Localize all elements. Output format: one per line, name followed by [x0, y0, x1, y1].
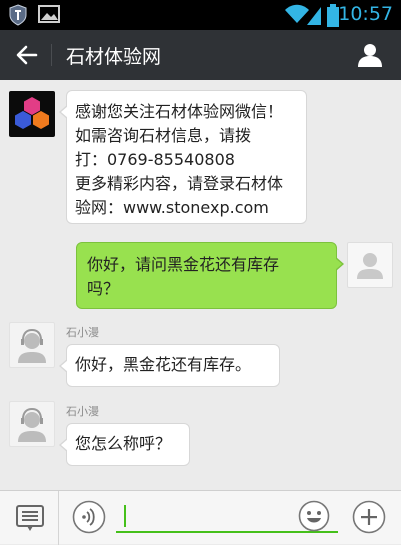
- person-icon[interactable]: [357, 42, 383, 68]
- image-icon: [38, 5, 60, 23]
- message-line-link: 验网：www.stonexp.com: [75, 198, 269, 217]
- status-bar: 10:57: [0, 0, 401, 30]
- arrow-left-icon[interactable]: [14, 42, 40, 68]
- message-line: 你好，请问黑金花还有库存: [87, 255, 280, 274]
- cube-logo-icon: [15, 97, 49, 129]
- plus-icon[interactable]: [352, 500, 386, 534]
- message-bubble-agent[interactable]: 你好，黑金花还有库存。: [59, 344, 280, 387]
- smiley-icon[interactable]: [298, 500, 330, 532]
- message-bubble-agent[interactable]: 您怎么称呼？: [59, 423, 190, 466]
- text-caret: [124, 505, 126, 527]
- header-divider: [51, 44, 52, 66]
- customer-service-icon: [18, 328, 46, 363]
- agent-avatar[interactable]: [9, 401, 55, 447]
- sender-name: 石小漫: [66, 405, 99, 418]
- my-avatar[interactable]: [347, 242, 393, 288]
- voice-icon[interactable]: [72, 500, 106, 534]
- agent-avatar[interactable]: [9, 322, 55, 368]
- chat-title: 石材体验网: [66, 46, 162, 68]
- message-line: 如需咨询石材信息，请拨: [75, 126, 252, 145]
- person-icon: [357, 253, 383, 279]
- input-bar-divider: [58, 491, 59, 545]
- message-bubble-outgoing[interactable]: 你好，请问黑金花还有库存 吗？: [76, 242, 344, 309]
- sender-name: 石小漫: [66, 326, 99, 339]
- message-bubble-welcome[interactable]: 感谢您关注石材体验网微信！ 如需咨询石材信息，请拨 打：0769-8554080…: [59, 90, 307, 224]
- message-line: 更多精彩内容，请登录石材体: [75, 174, 284, 193]
- list-menu-icon[interactable]: [14, 503, 46, 533]
- shield-icon: [9, 4, 27, 26]
- status-time: 10:57: [338, 3, 393, 25]
- signal-icon: [307, 7, 321, 25]
- message-line: 您怎么称呼？: [75, 434, 172, 453]
- account-avatar[interactable]: [9, 91, 55, 137]
- message-line: 感谢您关注石材体验网微信！: [75, 102, 284, 121]
- customer-service-icon: [18, 407, 46, 442]
- message-line: 吗？: [87, 279, 120, 298]
- chat-header: 石材体验网: [0, 30, 401, 80]
- message-line: 你好，黑金花还有库存。: [75, 355, 252, 374]
- message-line-phone: 打：0769-85540808: [75, 150, 235, 169]
- input-bar: [0, 490, 401, 545]
